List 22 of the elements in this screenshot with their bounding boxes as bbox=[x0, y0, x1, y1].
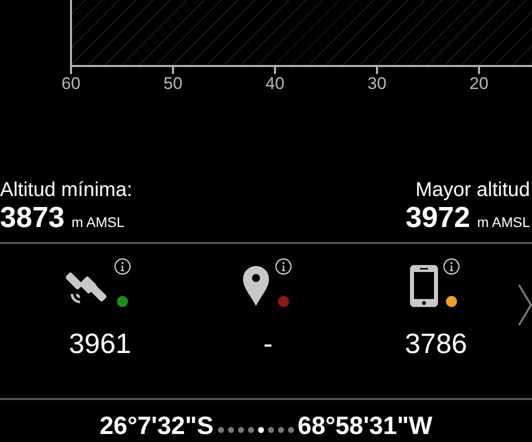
info-icon[interactable] bbox=[274, 258, 292, 275]
altitude-reading: 3961 bbox=[68, 328, 132, 360]
axis-tick-label: 50 bbox=[162, 74, 184, 94]
axis-tick-label: 40 bbox=[264, 74, 286, 94]
altitude-value: 3873 bbox=[0, 202, 65, 234]
altitude-value: 3972 bbox=[406, 202, 470, 234]
map-pin-icon bbox=[240, 264, 270, 308]
latitude-text: 26°7'32"S bbox=[100, 411, 214, 442]
altitude-reading: 3786 bbox=[404, 328, 468, 360]
phone-icon bbox=[408, 264, 438, 308]
altitude-label: Altitud mínima: bbox=[0, 178, 132, 202]
altitude-label: Mayor altitud bbox=[416, 178, 531, 202]
axis-tick-label: 30 bbox=[366, 74, 388, 94]
axis-tick-label: 20 bbox=[468, 74, 490, 94]
info-icon[interactable] bbox=[114, 258, 130, 275]
altitude-reading: - bbox=[263, 328, 273, 360]
axis-tick-label: 60 bbox=[60, 74, 82, 94]
altitude-unit: m AMSL bbox=[72, 213, 124, 232]
info-icon[interactable] bbox=[442, 258, 460, 275]
altitude-unit: m AMSL bbox=[477, 213, 530, 232]
longitude-text: 68°58'31"W bbox=[298, 411, 432, 442]
chevron-right-icon[interactable] bbox=[518, 284, 532, 326]
